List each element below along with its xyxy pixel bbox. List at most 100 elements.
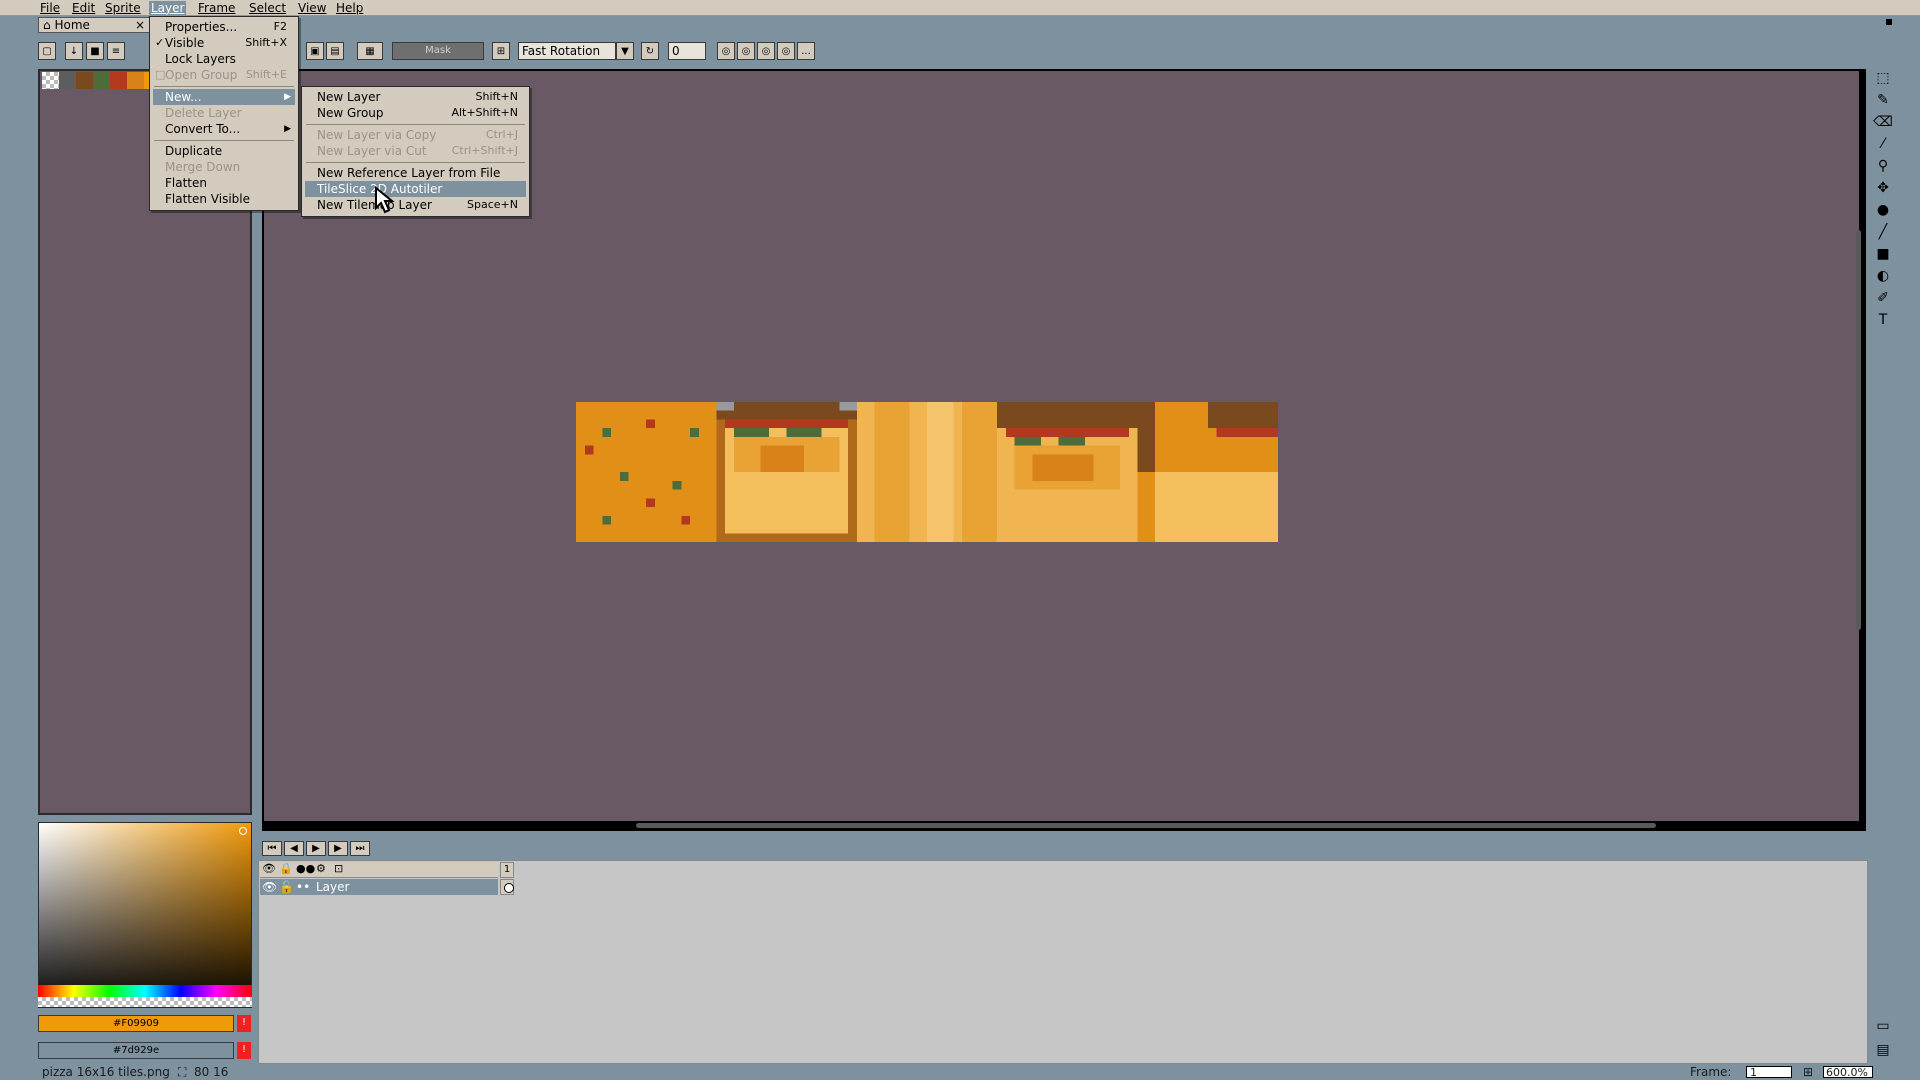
eyedropper-icon[interactable]: ⁄ [1873,134,1893,154]
menu-item-new-layer-via-cut[interactable]: New Layer via Cut Ctrl+Shift+J [305,143,526,159]
pivot-icon[interactable]: ⊞ [492,42,510,60]
menu-frame[interactable]: Frame [196,1,237,15]
lock-icon[interactable]: 🔒 [279,862,293,875]
rotate-icon[interactable]: ↻ [641,42,659,60]
transparent-color-icon[interactable]: ◎ [717,42,735,60]
continuous-icon[interactable]: •• [296,879,310,895]
layer-row[interactable]: 👁 🔓 •• Layer [260,879,498,895]
warning-icon[interactable]: ! [237,1015,251,1032]
menu-item-duplicate[interactable]: Duplicate [153,143,295,159]
menu-item-lock-layers[interactable]: Lock Layers [153,51,295,67]
fill-icon[interactable]: ● [1873,200,1893,220]
blur-icon[interactable]: ✐ [1873,288,1893,308]
palette-swatch[interactable] [76,72,93,89]
timeline-toggle-icon[interactable]: ▤ [1873,1040,1893,1060]
palette-swatch[interactable] [93,72,110,89]
eraser-icon[interactable]: ⌫ [1873,112,1893,132]
continuous-icon[interactable]: ●● [296,862,315,875]
transparent-swatch[interactable] [42,72,59,89]
menu-item-merge-down[interactable]: Merge Down [153,159,295,175]
horizontal-scrollbar[interactable] [636,823,1656,828]
menu-item-delete-layer[interactable]: Delete Layer [153,105,295,121]
menu-item-flatten[interactable]: Flatten [153,175,295,191]
contour-icon[interactable]: ◐ [1873,266,1893,286]
menu-item-new-tilemap-layer[interactable]: New Tilemap Layer Space+N [305,197,526,213]
chevron-down-icon[interactable]: ▼ [616,42,634,60]
eye-icon[interactable]: 👁 [262,879,277,895]
menu-item-new-reference-layer[interactable]: New Reference Layer from File [305,165,526,181]
menu-item-new-layer[interactable]: New Layer Shift+N [305,89,526,105]
selection-subtract-icon[interactable]: ▤ [326,42,344,60]
menu-view[interactable]: View [296,1,328,15]
menu-item-label: Merge Down [165,160,241,174]
cel-cell[interactable] [500,879,514,895]
save-icon[interactable]: ■ [86,42,104,60]
menu-item-convert-to[interactable]: Convert To... ▶ [153,121,295,137]
menu-separator [306,162,525,163]
menu-edit[interactable]: Edit [70,1,97,15]
ink-icon[interactable]: ◎ [757,42,775,60]
hue-slider[interactable] [38,985,252,997]
move-icon[interactable]: ✥ [1873,178,1893,198]
eye-icon[interactable]: 👁 [262,862,276,875]
palette-swatch[interactable] [110,72,127,89]
menu-item-new-group[interactable]: New Group Alt+Shift+N [305,105,526,121]
alpha-slider[interactable] [38,997,252,1007]
line-icon[interactable]: ╱ [1873,222,1893,242]
color-spectrum[interactable] [38,822,252,1008]
previous-frame-icon[interactable]: ◀ [284,841,304,856]
menu-item-properties[interactable]: Properties... F2 [153,19,295,35]
text-icon[interactable]: T [1873,310,1893,330]
frame-input[interactable]: 1 [1746,1066,1792,1079]
menu-layer[interactable]: Layer [149,1,187,15]
menu-item-visible[interactable]: ✓ Visible Shift+X [153,35,295,51]
menu-file[interactable]: File [38,1,62,15]
menu-item-label: Visible [165,36,205,50]
new-file-icon[interactable]: ▢ [38,42,56,60]
play-icon[interactable]: ▶ [306,841,326,856]
link-icon[interactable]: ⊡ [334,862,343,875]
layer-menu: Properties... F2 ✓ Visible Shift+X Lock Lay… [149,16,299,211]
menu-item-new-layer-via-copy[interactable]: New Layer via Copy Ctrl+J [305,127,526,143]
menu-icon[interactable]: ≡ [107,42,125,60]
frame-header[interactable]: 1 [500,862,514,878]
gear-icon[interactable]: ⚙ [316,862,326,875]
angle-input[interactable]: 0 [668,42,706,60]
menu-item-open-group[interactable]: □ Open Group Shift+E [153,67,295,83]
rectangle-icon[interactable]: ■ [1873,244,1893,264]
vertical-scrollbar[interactable] [1856,230,1861,630]
last-frame-icon[interactable]: ⏭ [350,841,370,856]
menu-help[interactable]: Help [334,1,365,15]
palette-swatch[interactable] [59,72,76,89]
menu-item-tileslice-autotiler[interactable]: TileSlice 2D Autotiler [305,181,526,197]
menu-sprite[interactable]: Sprite [103,1,143,15]
warning-icon[interactable]: ! [237,1042,251,1059]
download-icon[interactable]: ↓ [65,42,83,60]
background-color-field[interactable]: #7d929e [38,1042,234,1059]
next-frame-icon[interactable]: ▶ [328,841,348,856]
menu-item-flatten-visible[interactable]: Flatten Visible [153,191,295,207]
tab-home[interactable]: ⌂ Home × [38,17,150,33]
first-frame-icon[interactable]: ⏮ [262,841,282,856]
add-frame-icon[interactable]: ⊞ [1803,1064,1813,1080]
zoom-input[interactable]: 600.0% [1823,1066,1873,1079]
menu-select[interactable]: Select [247,1,288,15]
selection-intersect-icon[interactable]: ▦ [357,42,383,60]
lock-icon[interactable]: 🔓 [279,879,294,895]
opacity-icon[interactable]: ◎ [777,42,795,60]
foreground-color-field[interactable]: #F09909 [38,1015,234,1032]
palette-swatch[interactable] [127,72,144,89]
pencil-icon[interactable]: ✎ [1873,90,1893,110]
selection-add-icon[interactable]: ▣ [306,42,324,60]
more-options-button[interactable]: ... [797,42,815,60]
marquee-icon[interactable]: ⬚ [1873,68,1893,88]
flip-icon[interactable]: ◎ [737,42,755,60]
menu-item-label: New Layer [317,90,381,104]
preview-icon[interactable]: ▭ [1873,1016,1893,1036]
zoom-icon[interactable]: ⚲ [1873,156,1893,176]
mask-toggle[interactable]: Mask [392,42,484,60]
rotation-algorithm-select[interactable]: Fast Rotation [518,42,616,60]
menu-item-new[interactable]: New... ▶ [153,89,295,105]
menu-item-label: Delete Layer [165,106,242,120]
tab-close-icon[interactable]: × [135,18,145,32]
